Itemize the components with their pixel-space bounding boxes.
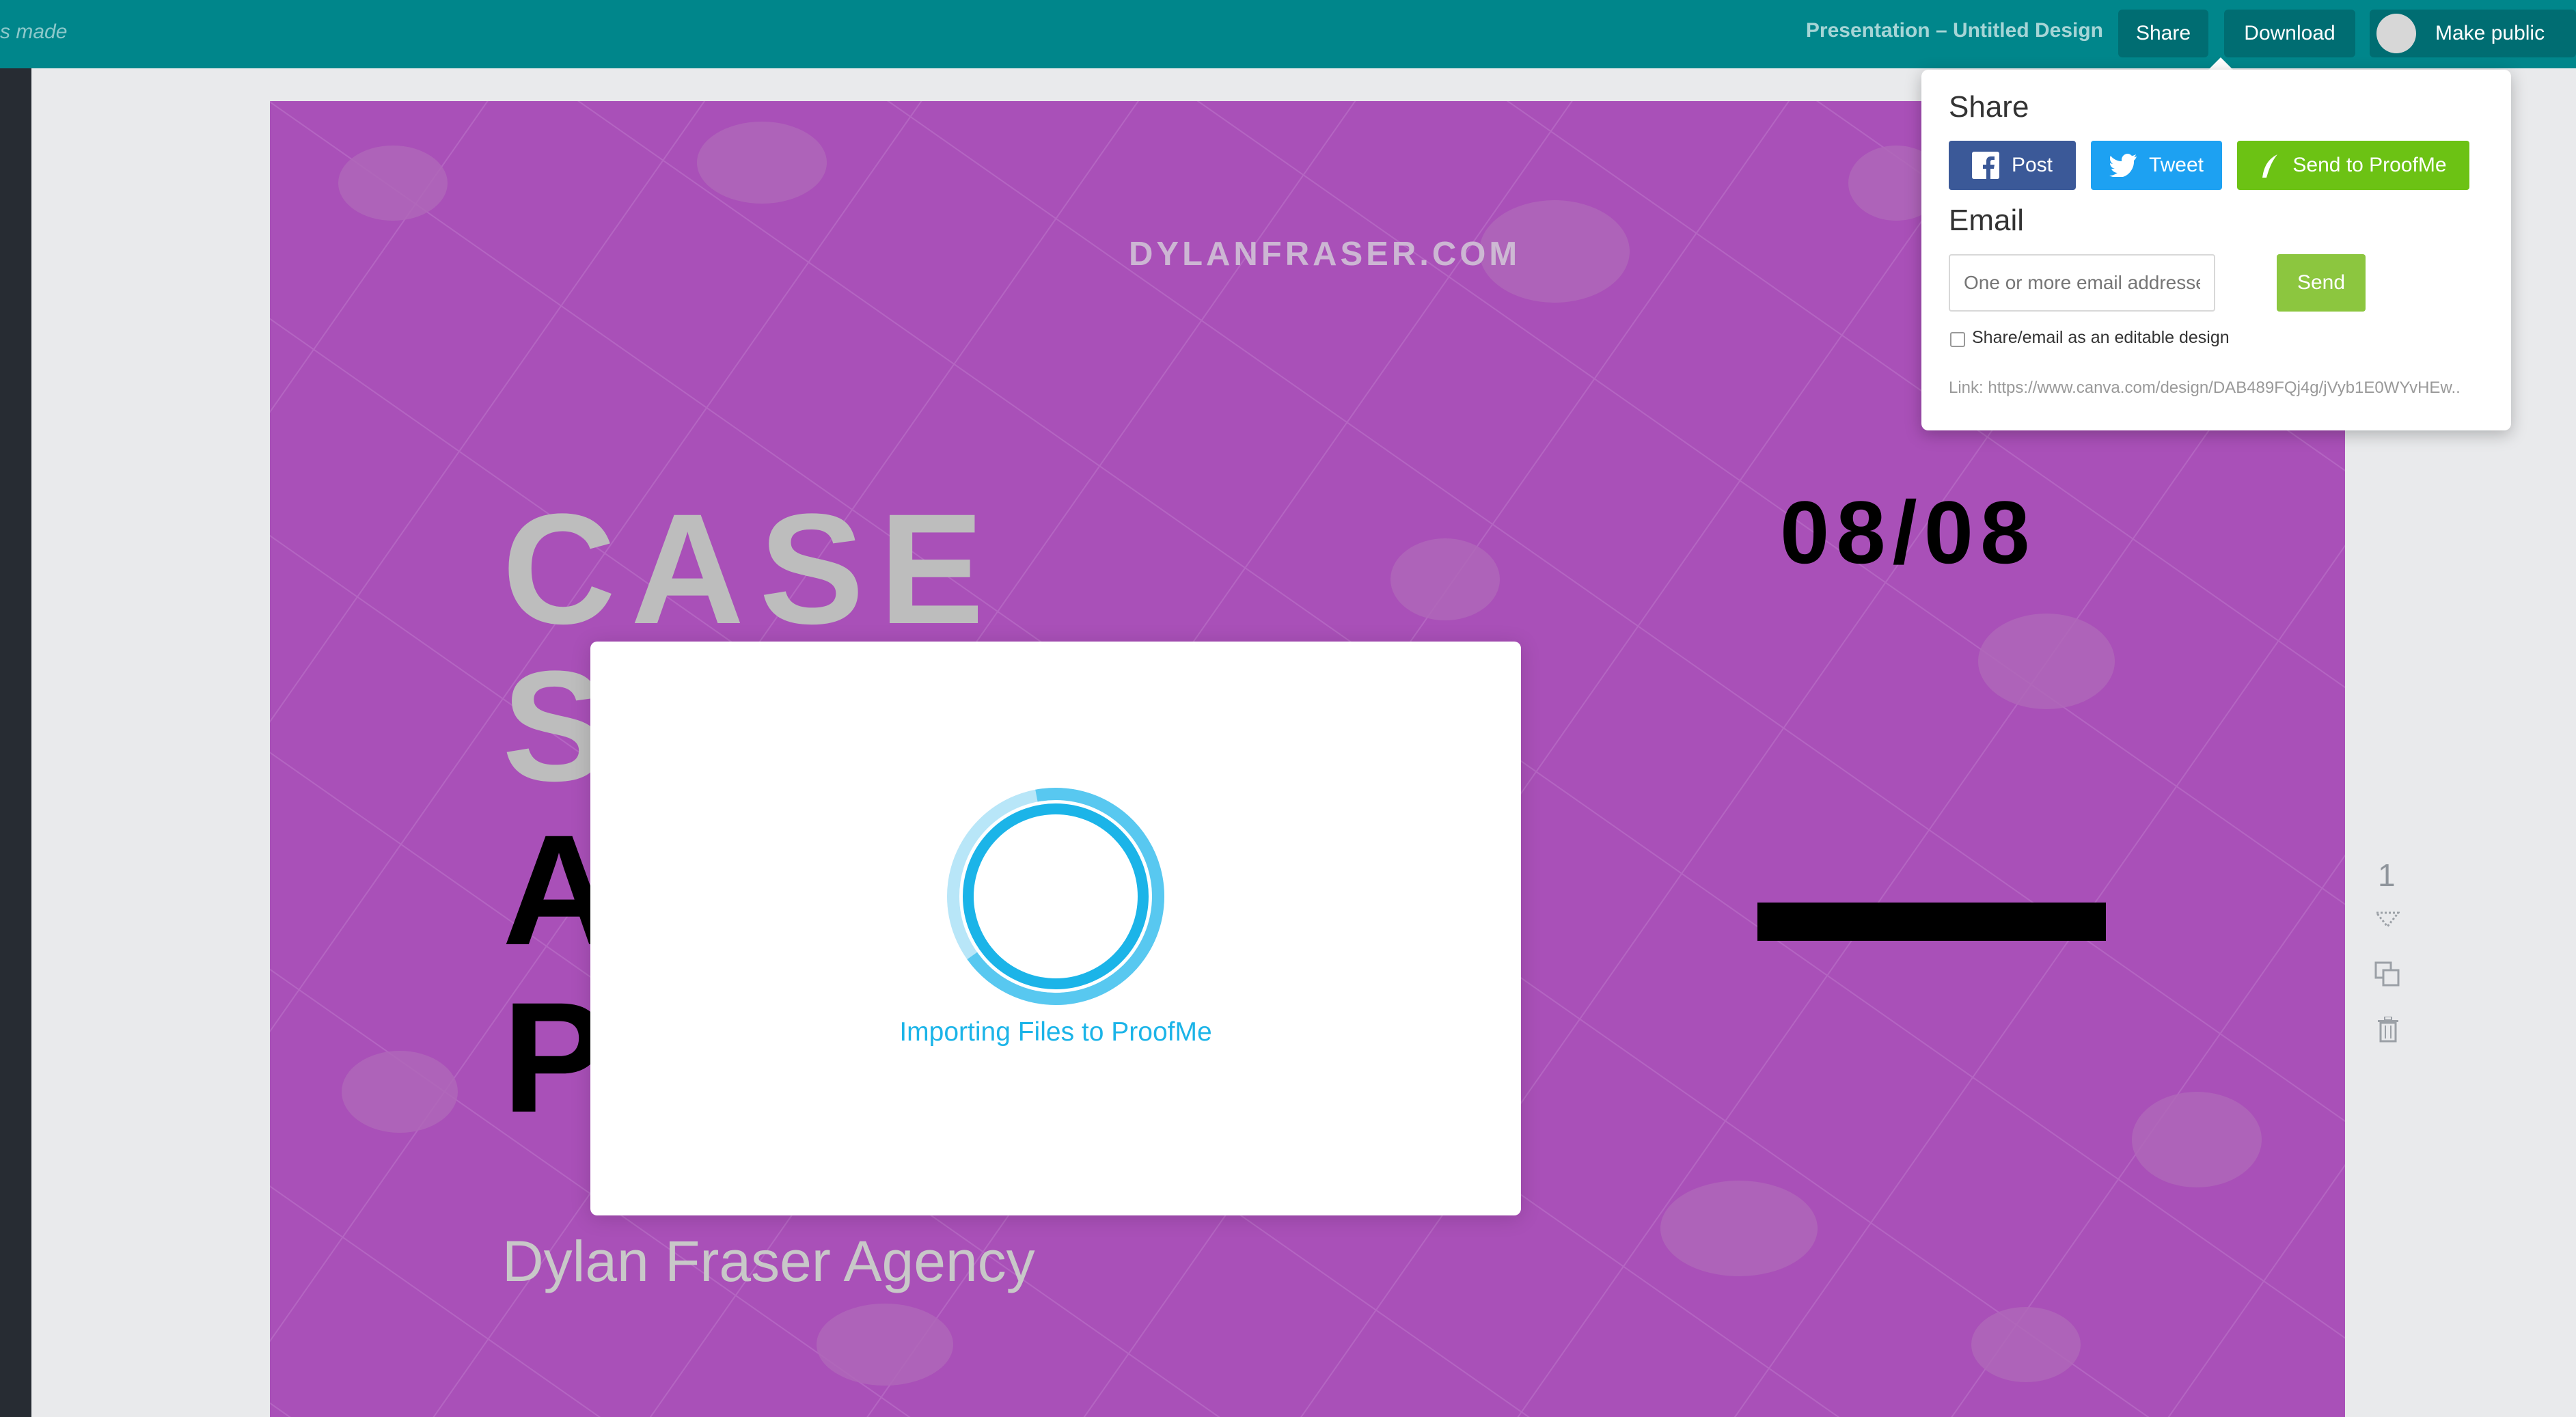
design-title[interactable]: Presentation – Untitled Design	[1806, 19, 2103, 42]
import-progress-modal: Importing Files to ProofMe	[590, 642, 1521, 1215]
website-text[interactable]: DYLANFRASER.COM	[1129, 235, 1520, 273]
left-side-panel	[0, 68, 31, 1417]
agency-name[interactable]: Dylan Fraser Agency	[502, 1228, 1035, 1295]
post-label: Post	[2011, 154, 2053, 176]
share-button[interactable]: Share	[2118, 10, 2208, 57]
top-toolbar: s made Presentation – Untitled Design Sh…	[0, 0, 2576, 68]
facebook-post-button[interactable]: Post	[1949, 141, 2076, 190]
headline-line-1[interactable]: CASE	[502, 491, 999, 648]
page-down-arrow-icon[interactable]	[2375, 911, 2400, 928]
twitter-tweet-button[interactable]: Tweet	[2091, 141, 2222, 190]
date-text[interactable]: 08/08	[1780, 481, 2036, 583]
editable-design-checkbox[interactable]	[1950, 332, 1965, 347]
delete-page-icon[interactable]	[2376, 1017, 2400, 1043]
share-link[interactable]: Link: https://www.canva.com/design/DAB48…	[1949, 379, 2489, 398]
send-email-button[interactable]: Send	[2277, 254, 2366, 312]
save-status-text: s made	[0, 20, 68, 43]
share-heading: Share	[1949, 90, 2029, 124]
loading-spinner-icon	[947, 788, 1164, 1005]
duplicate-page-icon[interactable]	[2374, 961, 2401, 988]
editable-design-label: Share/email as an editable design	[1972, 328, 2230, 347]
send-to-proofme-button[interactable]: Send to ProofMe	[2237, 141, 2469, 190]
page-number: 1	[2378, 857, 2396, 893]
download-button[interactable]: Download	[2224, 10, 2355, 57]
twitter-bird-icon	[2109, 154, 2137, 177]
email-heading: Email	[1949, 204, 2025, 237]
make-public-toggle[interactable]: Make public	[2370, 10, 2576, 57]
share-popover: Share Post Tweet Send to ProofMe Email S…	[1921, 70, 2511, 430]
proofme-label: Send to ProofMe	[2292, 154, 2447, 176]
proofme-icon	[2262, 154, 2278, 178]
facebook-icon	[1971, 152, 1999, 179]
import-status-text: Importing Files to ProofMe	[899, 1017, 1212, 1047]
decorative-bar[interactable]	[1757, 903, 2106, 941]
toggle-knob[interactable]	[2376, 14, 2416, 53]
tweet-label: Tweet	[2148, 154, 2204, 176]
popover-arrow	[2207, 57, 2234, 71]
make-public-label: Make public	[2435, 22, 2545, 44]
email-addresses-input[interactable]	[1949, 254, 2215, 312]
